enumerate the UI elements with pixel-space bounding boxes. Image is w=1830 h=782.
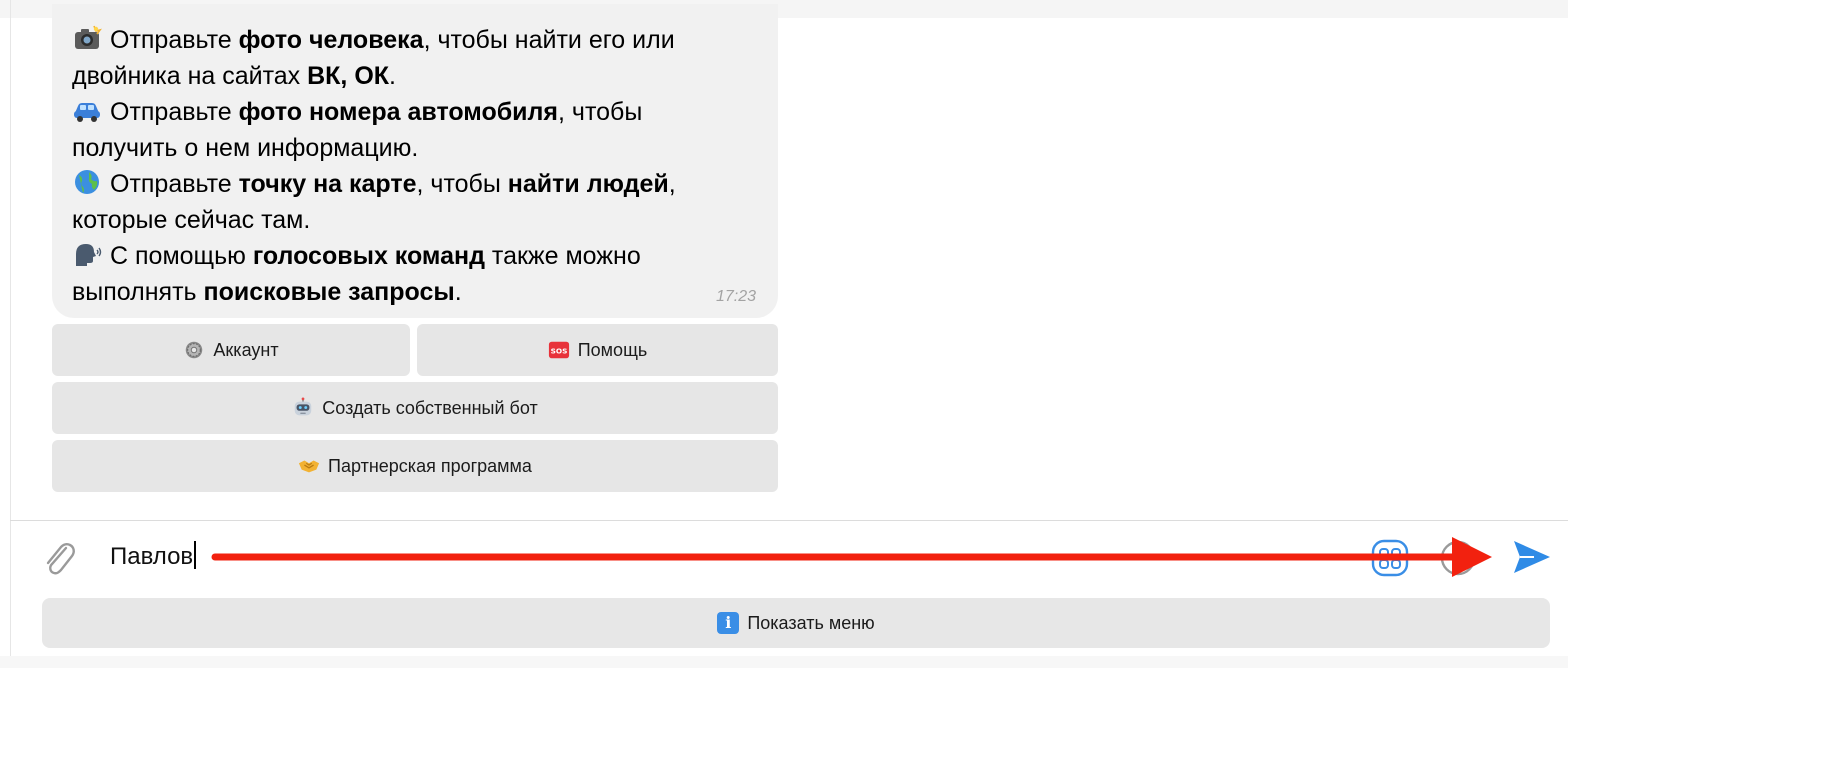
message-line: С помощью голосовых команд также можно [72,238,758,274]
bot-commands-icon[interactable] [1370,538,1410,578]
message-text-span: , [668,170,676,198]
message-text-span: , чтобы [558,98,643,126]
text-caret [194,541,197,569]
message-line: Отправьте фото человека, чтобы найти его… [72,22,758,58]
message-bold-text: фото номера автомобиля [238,98,559,126]
globe-icon [75,170,99,194]
message-text-span: также можно [484,242,641,270]
message-text-span: Отправьте [110,98,239,126]
send-icon[interactable] [1512,538,1552,576]
message-bold-text: найти людей [507,170,669,198]
message-text-span: Отправьте [110,26,239,54]
message-text-span: . [454,278,462,306]
paperclip-icon[interactable] [40,536,76,578]
info-icon: i [717,612,740,634]
message-composer [11,521,1568,597]
car-icon [74,103,100,122]
help-button[interactable]: SOS Помощь [417,324,778,376]
message-line: которые сейчас там. [72,202,758,238]
message-bold-text: фото человека [238,26,424,54]
message-line: Отправьте фото номера автомобиля, чтобы [72,94,758,130]
message-text-span: которые сейчас там. [72,206,311,234]
message-text-span: , чтобы найти его или [423,26,675,54]
message-text-span: Отправьте [110,170,239,198]
message-text-span: С помощью [110,242,253,270]
account-button-label: Аккаунт [213,339,279,360]
message-text-span: выполнять [72,278,204,306]
message-bold-text: голосовых команд [252,242,485,270]
help-button-label: Помощь [577,339,648,360]
message-bold-text: ВК, ОК [307,62,390,90]
partner-program-button[interactable]: Партнерская программа [52,440,778,492]
message-input-value: Павлов [110,543,194,570]
message-text-span: получить о нем информацию. [72,134,419,162]
handshake-icon [298,460,320,473]
message-line: Отправьте точку на карте, чтобы найти лю… [72,166,758,202]
account-button[interactable]: Аккаунт [52,324,410,376]
create-bot-button[interactable]: Создать собственный бот [52,382,778,434]
message-bold-text: точку на карте [238,170,417,198]
create-bot-button-label: Создать собственный бот [322,397,538,418]
message-input[interactable]: Павлов [110,541,197,573]
show-menu-button[interactable]: i Показать меню [42,598,1550,648]
chat-area: Отправьте фото человека, чтобы найти его… [0,0,1568,520]
gear-icon [186,341,203,359]
speaking-head-icon [76,244,102,266]
bottom-strip [0,656,1568,668]
partner-program-button-label: Партнерская программа [328,455,532,476]
message-time: 17:23 [715,288,756,305]
camera-flash-icon [75,25,102,49]
svg-text:SOS: SOS [550,347,567,356]
sos-icon: SOS [548,341,569,359]
message-text-span: , чтобы [416,170,508,198]
message-line: двойника на сайтах ВК, ОК. [72,58,758,94]
message-text-span: . [389,62,396,90]
message-line: получить о нем информацию. [72,130,758,166]
message-line: выполнять поисковые запросы. [72,274,758,310]
robot-icon [295,397,312,416]
bot-message-bubble: Отправьте фото человека, чтобы найти его… [52,4,778,318]
emoji-icon[interactable] [1438,538,1478,578]
message-bold-text: поисковые запросы [203,278,455,306]
message-text: Отправьте фото человека, чтобы найти его… [72,22,758,310]
show-menu-button-label: Показать меню [747,612,875,633]
message-text-span: двойника на сайтах [72,62,308,90]
